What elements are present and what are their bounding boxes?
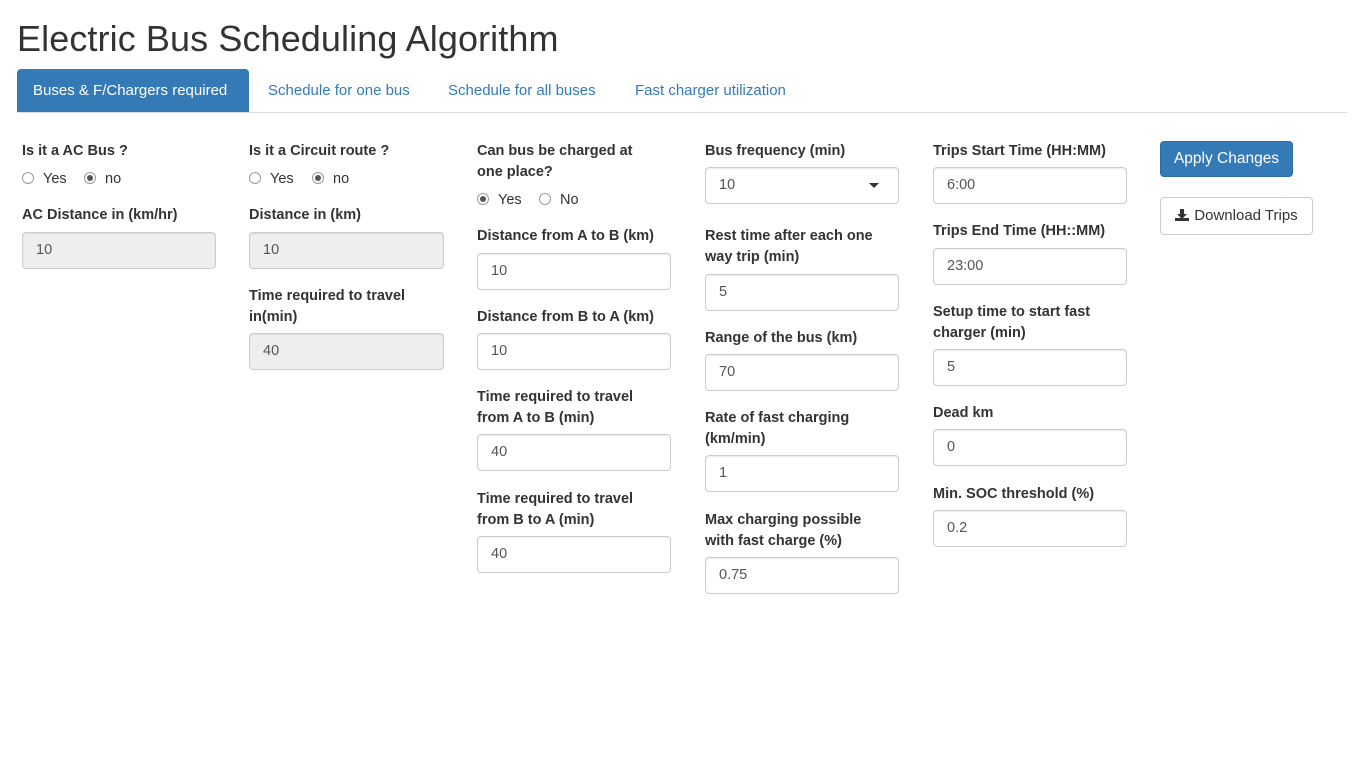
setup-time-input[interactable]: 5	[933, 349, 1127, 386]
distance-b-to-a-input[interactable]: 10	[477, 333, 671, 370]
radio-label: no	[105, 171, 122, 187]
circuit-route-label: Is it a Circuit route ?	[249, 143, 390, 159]
page-title: Electric Bus Scheduling Algorithm	[17, 18, 559, 59]
ac-bus-yes-radio[interactable]: Yes	[22, 170, 67, 188]
bus-range-input[interactable]: 70	[705, 354, 899, 391]
bus-frequency-select[interactable]: 10	[705, 167, 899, 204]
radio-label: Yes	[498, 192, 522, 208]
distance-a-to-b-label: Distance from A to B (km)	[477, 228, 654, 244]
tab-bar: Buses & F/Chargers required Schedule for…	[17, 69, 1347, 113]
tab-buses-chargers[interactable]: Buses & F/Chargers required	[17, 69, 249, 112]
setup-time-label: Setup time to start fast charger (min)	[933, 304, 1091, 341]
radio-unchecked-icon	[22, 172, 34, 184]
ac-bus-label: Is it a AC Bus ?	[22, 143, 128, 159]
min-soc-threshold-label: Min. SOC threshold (%)	[933, 486, 1095, 502]
time-b-to-a-label: Time required to travel from B to A (min)	[477, 491, 634, 528]
download-icon	[1175, 209, 1190, 221]
radio-checked-icon	[477, 193, 489, 205]
bus-frequency-value: 10	[719, 177, 736, 193]
ac-bus-no-radio[interactable]: no	[84, 170, 121, 188]
caret-down-icon	[869, 183, 879, 188]
radio-unchecked-icon	[249, 172, 261, 184]
distance-label: Distance in (km)	[249, 207, 361, 223]
radio-checked-icon	[312, 172, 324, 184]
tab-schedule-all-buses[interactable]: Schedule for all buses	[432, 69, 612, 112]
charge-one-place-no-radio[interactable]: No	[539, 191, 579, 209]
distance-b-to-a-label: Distance from B to A (km)	[477, 309, 654, 325]
max-charging-input[interactable]: 0.75	[705, 557, 899, 594]
fast-charging-rate-label: Rate of fast charging (km/min)	[705, 410, 850, 447]
min-soc-threshold-input[interactable]: 0.2	[933, 510, 1127, 547]
charge-one-place-label: Can bus be charged at one place?	[477, 143, 633, 180]
tab-fast-charger-utilization[interactable]: Fast charger utilization	[619, 69, 802, 112]
trips-end-time-label: Trips End Time (HH::MM)	[933, 223, 1106, 239]
trips-start-time-input[interactable]: 6:00	[933, 167, 1127, 204]
time-a-to-b-input[interactable]: 40	[477, 434, 671, 471]
charge-one-place-yes-radio[interactable]: Yes	[477, 191, 522, 209]
radio-label: No	[560, 192, 579, 208]
radio-label: Yes	[270, 171, 294, 187]
fast-charging-rate-input[interactable]: 1	[705, 455, 899, 492]
distance-a-to-b-input[interactable]: 10	[477, 253, 671, 290]
tab-schedule-one-bus[interactable]: Schedule for one bus	[252, 69, 426, 112]
radio-label: no	[333, 171, 350, 187]
time-a-to-b-label: Time required to travel from A to B (min)	[477, 389, 634, 426]
bus-range-label: Range of the bus (km)	[705, 330, 858, 346]
travel-time-input[interactable]: 40	[249, 333, 444, 370]
download-trips-label: Download Trips	[1194, 207, 1298, 224]
max-charging-label: Max charging possible with fast charge (%…	[705, 512, 862, 549]
dead-km-label: Dead km	[933, 405, 994, 421]
radio-label: Yes	[43, 171, 67, 187]
travel-time-label: Time required to travel in(min)	[249, 288, 406, 325]
ac-distance-label: AC Distance in (km/hr)	[22, 207, 178, 223]
trips-end-time-input[interactable]: 23:00	[933, 248, 1127, 285]
circuit-route-yes-radio[interactable]: Yes	[249, 170, 294, 188]
trips-start-time-label: Trips Start Time (HH:MM)	[933, 143, 1106, 159]
circuit-route-no-radio[interactable]: no	[312, 170, 349, 188]
dead-km-input[interactable]: 0	[933, 429, 1127, 466]
download-trips-button[interactable]: Download Trips	[1160, 197, 1313, 235]
rest-time-input[interactable]: 5	[705, 274, 899, 311]
time-b-to-a-input[interactable]: 40	[477, 536, 671, 573]
radio-checked-icon	[84, 172, 96, 184]
ac-distance-input[interactable]: 10	[22, 232, 216, 269]
apply-changes-button[interactable]: Apply Changes	[1160, 141, 1293, 177]
radio-unchecked-icon	[539, 193, 551, 205]
rest-time-label: Rest time after each one way trip (min)	[705, 228, 873, 265]
distance-input[interactable]: 10	[249, 232, 444, 269]
bus-frequency-label: Bus frequency (min)	[705, 143, 846, 159]
